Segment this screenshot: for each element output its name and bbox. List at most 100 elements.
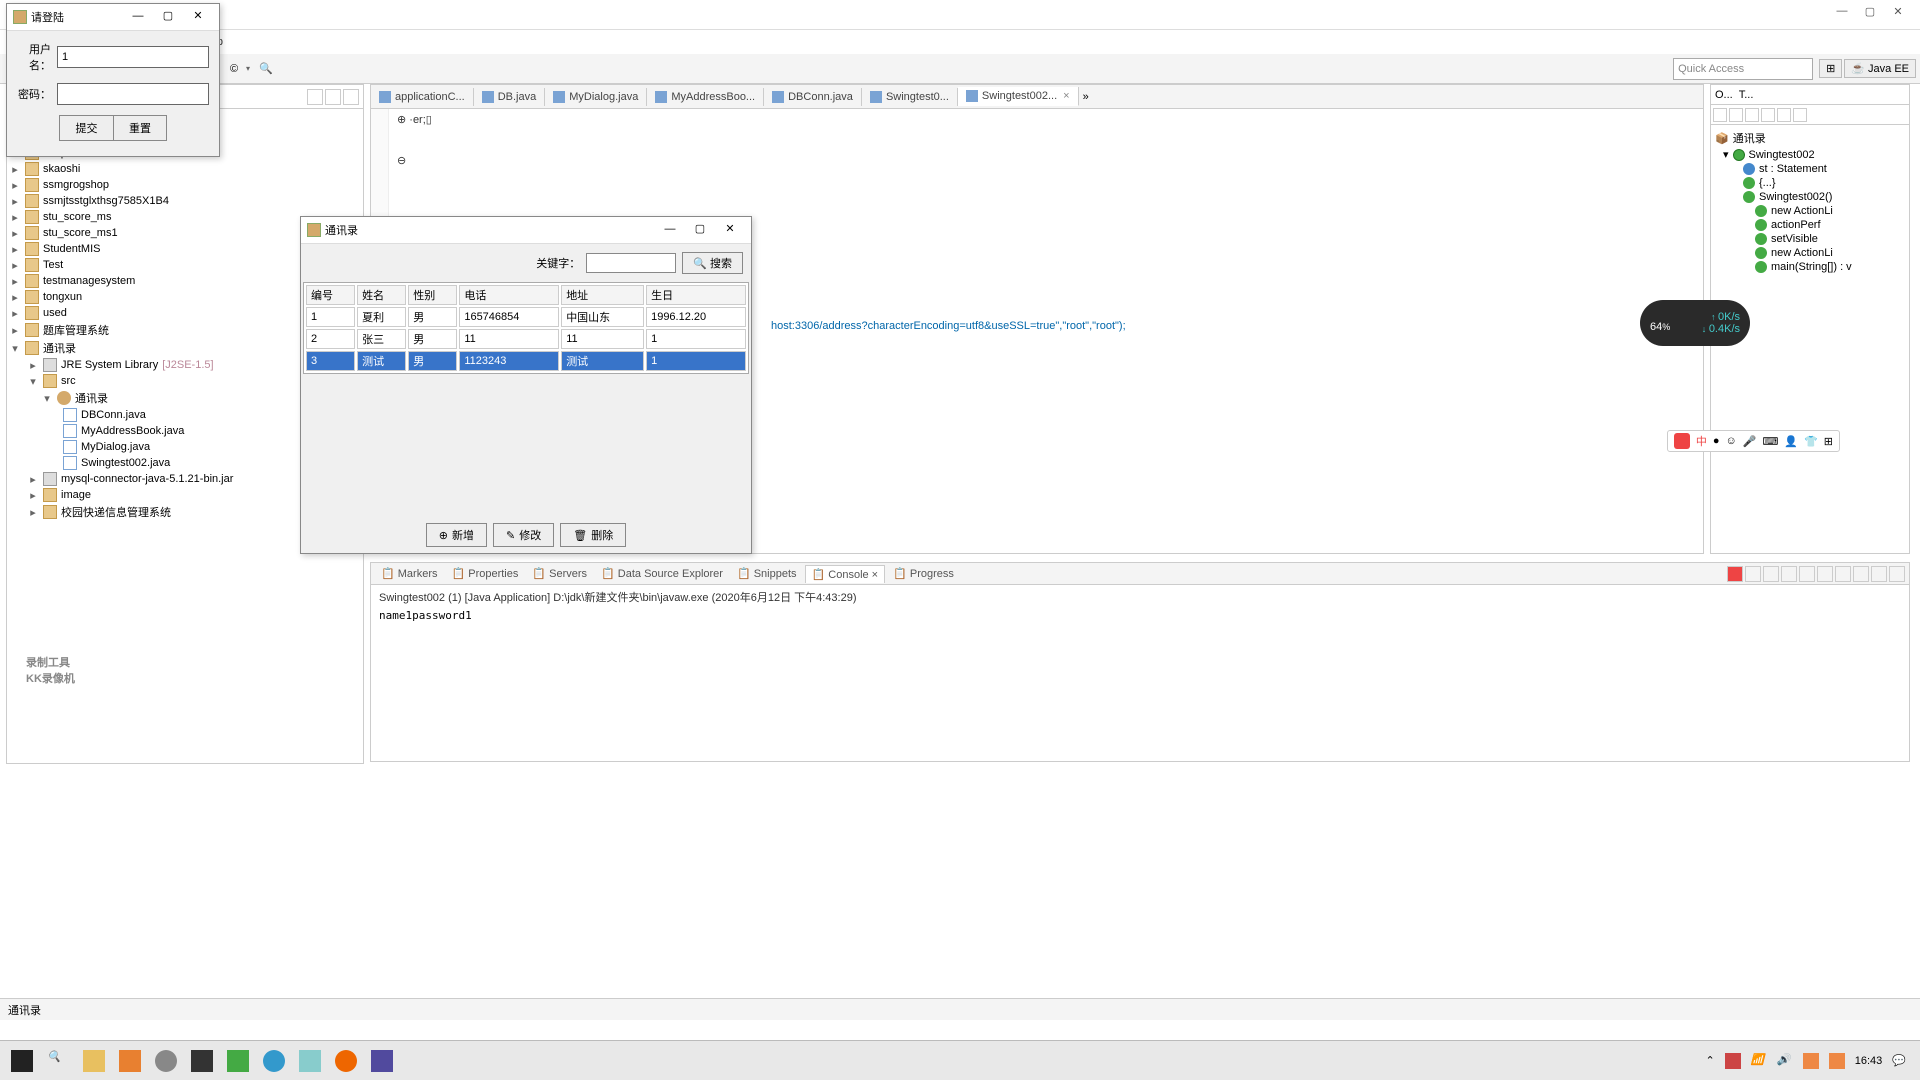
out-static-icon[interactable] — [1777, 108, 1791, 122]
editor-tab[interactable]: MyDialog.java — [545, 88, 647, 106]
clock[interactable]: 16:43 — [1855, 1055, 1883, 1067]
table-header[interactable]: 姓名 — [357, 285, 406, 305]
editor-tab[interactable]: Swingtest0... — [862, 88, 958, 106]
app-icon[interactable] — [184, 1045, 220, 1077]
table-row[interactable]: 1夏利男165746854中国山东1996.12.20 — [306, 307, 746, 327]
addr-maximize-button[interactable]: ▢ — [685, 221, 715, 239]
display-console-icon[interactable] — [1835, 566, 1851, 582]
edge-icon[interactable] — [256, 1045, 292, 1077]
ime-toolbar[interactable]: 中 ●☺🎤⌨👤👕⊞ — [1667, 430, 1840, 452]
editor-tab[interactable]: applicationC... — [371, 88, 474, 106]
link-editor-icon[interactable] — [325, 89, 341, 105]
app-icon[interactable] — [292, 1045, 328, 1077]
table-header[interactable]: 性别 — [408, 285, 457, 305]
eclipse-taskbar-icon[interactable] — [364, 1045, 400, 1077]
view-menu-icon[interactable] — [343, 89, 359, 105]
maximize-button[interactable]: ▢ — [1856, 5, 1884, 25]
editor-tab[interactable]: Swingtest002...× — [958, 87, 1079, 106]
scroll-lock-icon[interactable] — [1781, 566, 1797, 582]
console-tab[interactable]: 📋 Snippets — [731, 565, 803, 582]
login-maximize-button[interactable]: ▢ — [153, 8, 183, 26]
firefox-icon[interactable] — [328, 1045, 364, 1077]
outline-class[interactable]: ▾Swingtest002 — [1715, 147, 1905, 162]
contacts-table[interactable]: 编号姓名性别电话地址生日 1夏利男165746854中国山东1996.12.20… — [303, 282, 749, 374]
submit-button[interactable]: 提交 — [59, 115, 113, 141]
console-tab[interactable]: 📋 Data Source Explorer — [595, 565, 729, 582]
console-tab[interactable]: 📋 Markers — [375, 565, 443, 582]
outline-member[interactable]: st : Statement — [1715, 162, 1905, 176]
outline-member[interactable]: main(String[]) : v — [1715, 260, 1905, 274]
project-node[interactable]: ▸ssmgrogshop — [9, 177, 361, 193]
console-tab[interactable]: 📋 Console × — [805, 565, 886, 583]
perspective-switcher-icon[interactable]: ⊞ — [1819, 59, 1842, 78]
login-close-button[interactable]: ✕ — [183, 8, 213, 26]
tasklist-tab[interactable]: T... — [1739, 89, 1754, 101]
app-icon[interactable] — [220, 1045, 256, 1077]
table-row[interactable]: 3测试男1123243测试1 — [306, 351, 746, 371]
search-button[interactable]: 🔍 搜索 — [682, 252, 743, 274]
tray-icon[interactable] — [1725, 1053, 1741, 1069]
network-monitor-widget[interactable]: 64% ↑ 0K/s ↓ 0.4K/s — [1640, 300, 1750, 346]
table-row[interactable]: 2张三男11111 — [306, 329, 746, 349]
app-icon[interactable] — [112, 1045, 148, 1077]
open-console-icon[interactable] — [1853, 566, 1869, 582]
edit-button[interactable]: ✎ 修改 — [493, 523, 554, 547]
console-tab[interactable]: 📋 Progress — [887, 565, 960, 582]
remove-launch-icon[interactable] — [1745, 566, 1761, 582]
outline-member[interactable]: Swingtest002() — [1715, 190, 1905, 204]
table-header[interactable]: 电话 — [459, 285, 559, 305]
login-minimize-button[interactable]: — — [123, 8, 153, 26]
minimize-button[interactable]: — — [1828, 5, 1856, 25]
notification-icon[interactable]: 💬 — [1892, 1054, 1906, 1067]
outline-pkg[interactable]: 📦通讯录 — [1715, 129, 1905, 147]
out-public-icon[interactable] — [1793, 108, 1807, 122]
start-button[interactable] — [4, 1045, 40, 1077]
tabs-overflow-icon[interactable]: » — [1083, 91, 1089, 103]
close-button[interactable]: ✕ — [1884, 5, 1912, 25]
addr-minimize-button[interactable]: — — [655, 221, 685, 239]
pin-console-icon[interactable] — [1817, 566, 1833, 582]
table-header[interactable]: 地址 — [561, 285, 644, 305]
tray-chevron-icon[interactable]: ⌃ — [1706, 1054, 1715, 1067]
outline-member[interactable]: new ActionLi — [1715, 246, 1905, 260]
terminate-icon[interactable] — [1727, 566, 1743, 582]
delete-button[interactable]: 🗑 删除 — [560, 523, 626, 547]
out-filter-icon[interactable] — [1745, 108, 1759, 122]
password-input[interactable] — [57, 83, 209, 105]
ime-lang[interactable]: 中 — [1696, 433, 1707, 449]
console-tab[interactable]: 📋 Servers — [526, 565, 593, 582]
table-header[interactable]: 生日 — [646, 285, 746, 305]
editor-tab[interactable]: MyAddressBoo... — [647, 88, 764, 106]
tb-newclass-icon[interactable]: © — [224, 59, 244, 79]
out-hide-icon[interactable] — [1729, 108, 1743, 122]
quick-access-input[interactable]: Quick Access — [1673, 58, 1813, 80]
editor-tab[interactable]: DBConn.java — [764, 88, 862, 106]
removeall-icon[interactable] — [1763, 566, 1779, 582]
editor-tab[interactable]: DB.java — [474, 88, 546, 106]
explorer-icon[interactable] — [76, 1045, 112, 1077]
keyword-input[interactable] — [586, 253, 676, 273]
console-tab[interactable]: 📋 Properties — [445, 565, 524, 582]
username-input[interactable] — [57, 46, 209, 68]
search-icon[interactable]: 🔍 — [40, 1045, 76, 1077]
tb-search-icon[interactable]: 🔍 — [256, 59, 276, 79]
reset-button[interactable]: 重置 — [113, 115, 167, 141]
max-icon[interactable] — [1889, 566, 1905, 582]
outline-member[interactable]: setVisible — [1715, 232, 1905, 246]
collapse-all-icon[interactable] — [307, 89, 323, 105]
table-header[interactable]: 编号 — [306, 285, 355, 305]
outline-member[interactable]: new ActionLi — [1715, 204, 1905, 218]
clear-console-icon[interactable] — [1799, 566, 1815, 582]
tray-icon[interactable] — [1829, 1053, 1845, 1069]
tray-icon[interactable] — [1803, 1053, 1819, 1069]
add-button[interactable]: ⊕ 新增 — [426, 523, 487, 547]
min-icon[interactable] — [1871, 566, 1887, 582]
perspective-javaee[interactable]: ☕ Java EE — [1844, 59, 1916, 78]
wifi-icon[interactable]: 📶 — [1751, 1053, 1767, 1069]
outline-tab[interactable]: O... — [1715, 89, 1733, 101]
outline-member[interactable]: {...} — [1715, 176, 1905, 190]
addr-close-button[interactable]: ✕ — [715, 221, 745, 239]
volume-icon[interactable]: 🔊 — [1777, 1053, 1793, 1069]
app-icon[interactable] — [148, 1045, 184, 1077]
project-node[interactable]: ▸ssmjtsstglxthsg7585X1B4 — [9, 193, 361, 209]
